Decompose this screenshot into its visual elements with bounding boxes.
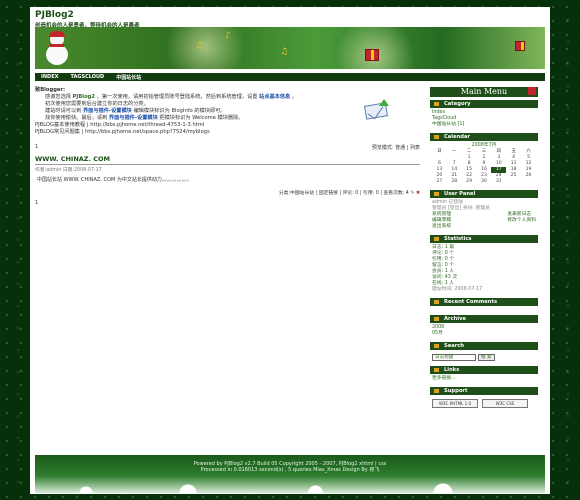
header: PJBlog2 创造机会的人是勇者，等待机会的人是愚者 (30, 7, 550, 29)
music-note-icon: ♫ (280, 47, 289, 57)
music-note-icon: ♪ (225, 31, 231, 41)
music-note-icon: ♫ (195, 41, 204, 51)
gift-icon (365, 49, 379, 61)
site-title[interactable]: PJBlog2 (35, 10, 545, 20)
blog-frame: PJBlog2 创造机会的人是勇者，等待机会的人是愚者 ♫ ♪ ♫ INDEX … (30, 7, 550, 494)
nav-tagscloud[interactable]: TAGSCLOUD (70, 74, 104, 80)
top-nav: INDEX TAGSCLOUD 中国站长站 (35, 73, 545, 81)
nav-index[interactable]: INDEX (41, 74, 58, 80)
gift-icon (515, 41, 525, 51)
christmas-banner: ♫ ♪ ♫ (35, 27, 545, 69)
snowman-icon (45, 31, 69, 65)
nav-chinaz[interactable]: 中国站长站 (116, 74, 141, 81)
